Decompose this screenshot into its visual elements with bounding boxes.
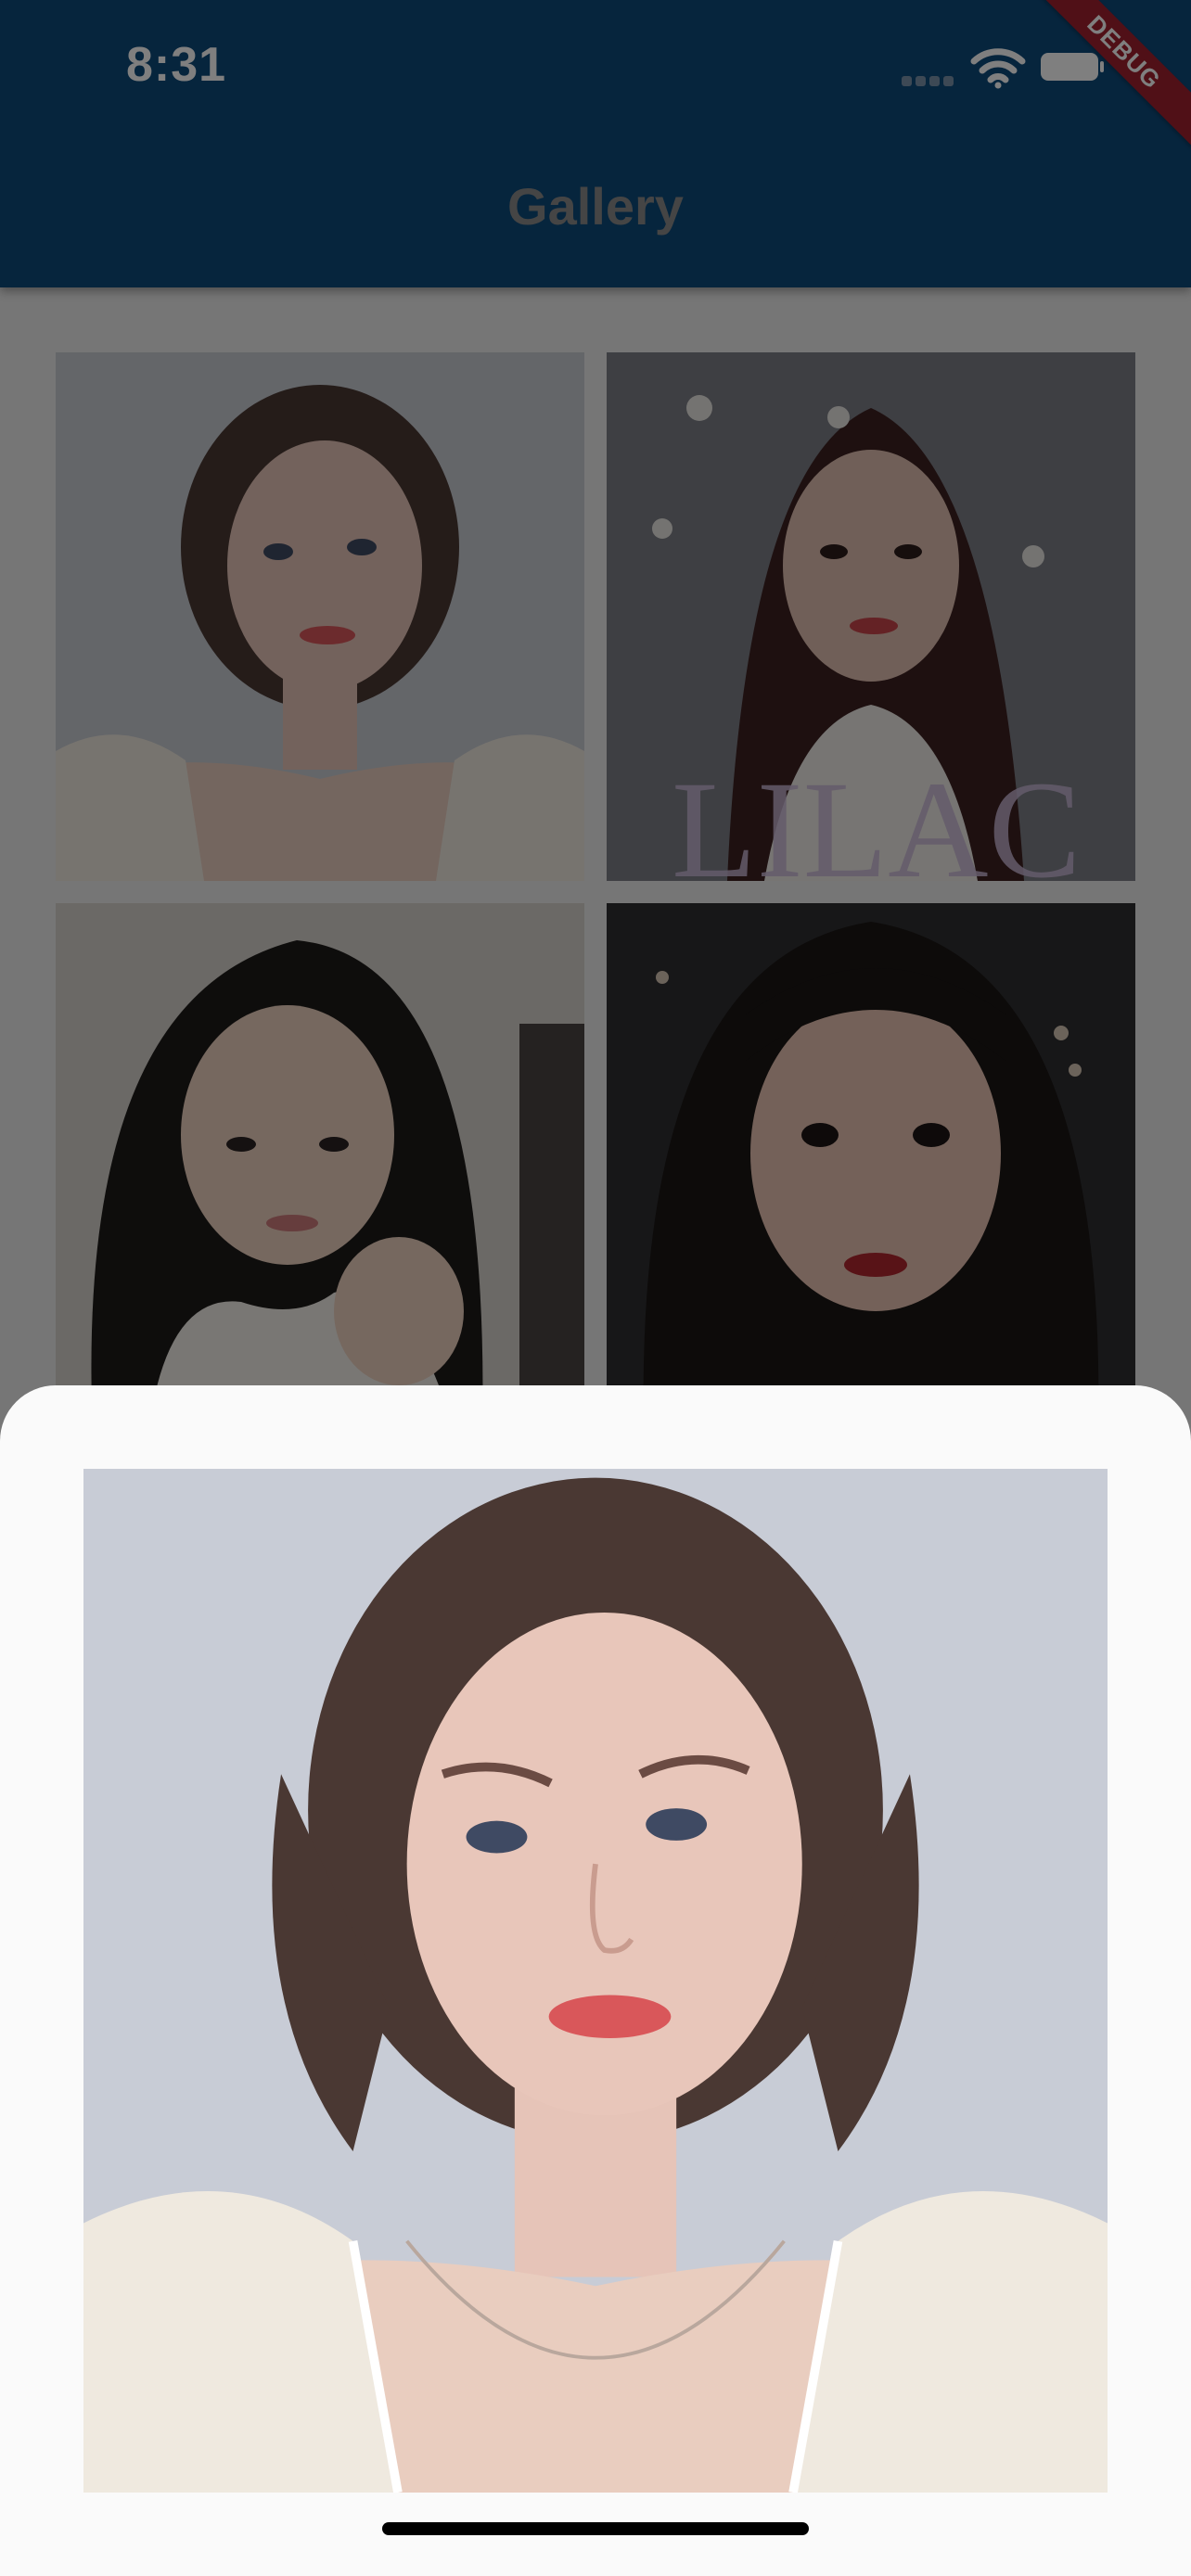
bottom-sheet — [0, 1385, 1191, 2576]
portrait-image-large — [83, 1469, 1108, 2493]
home-indicator[interactable] — [382, 2522, 809, 2535]
selected-photo[interactable] — [83, 1469, 1108, 2493]
